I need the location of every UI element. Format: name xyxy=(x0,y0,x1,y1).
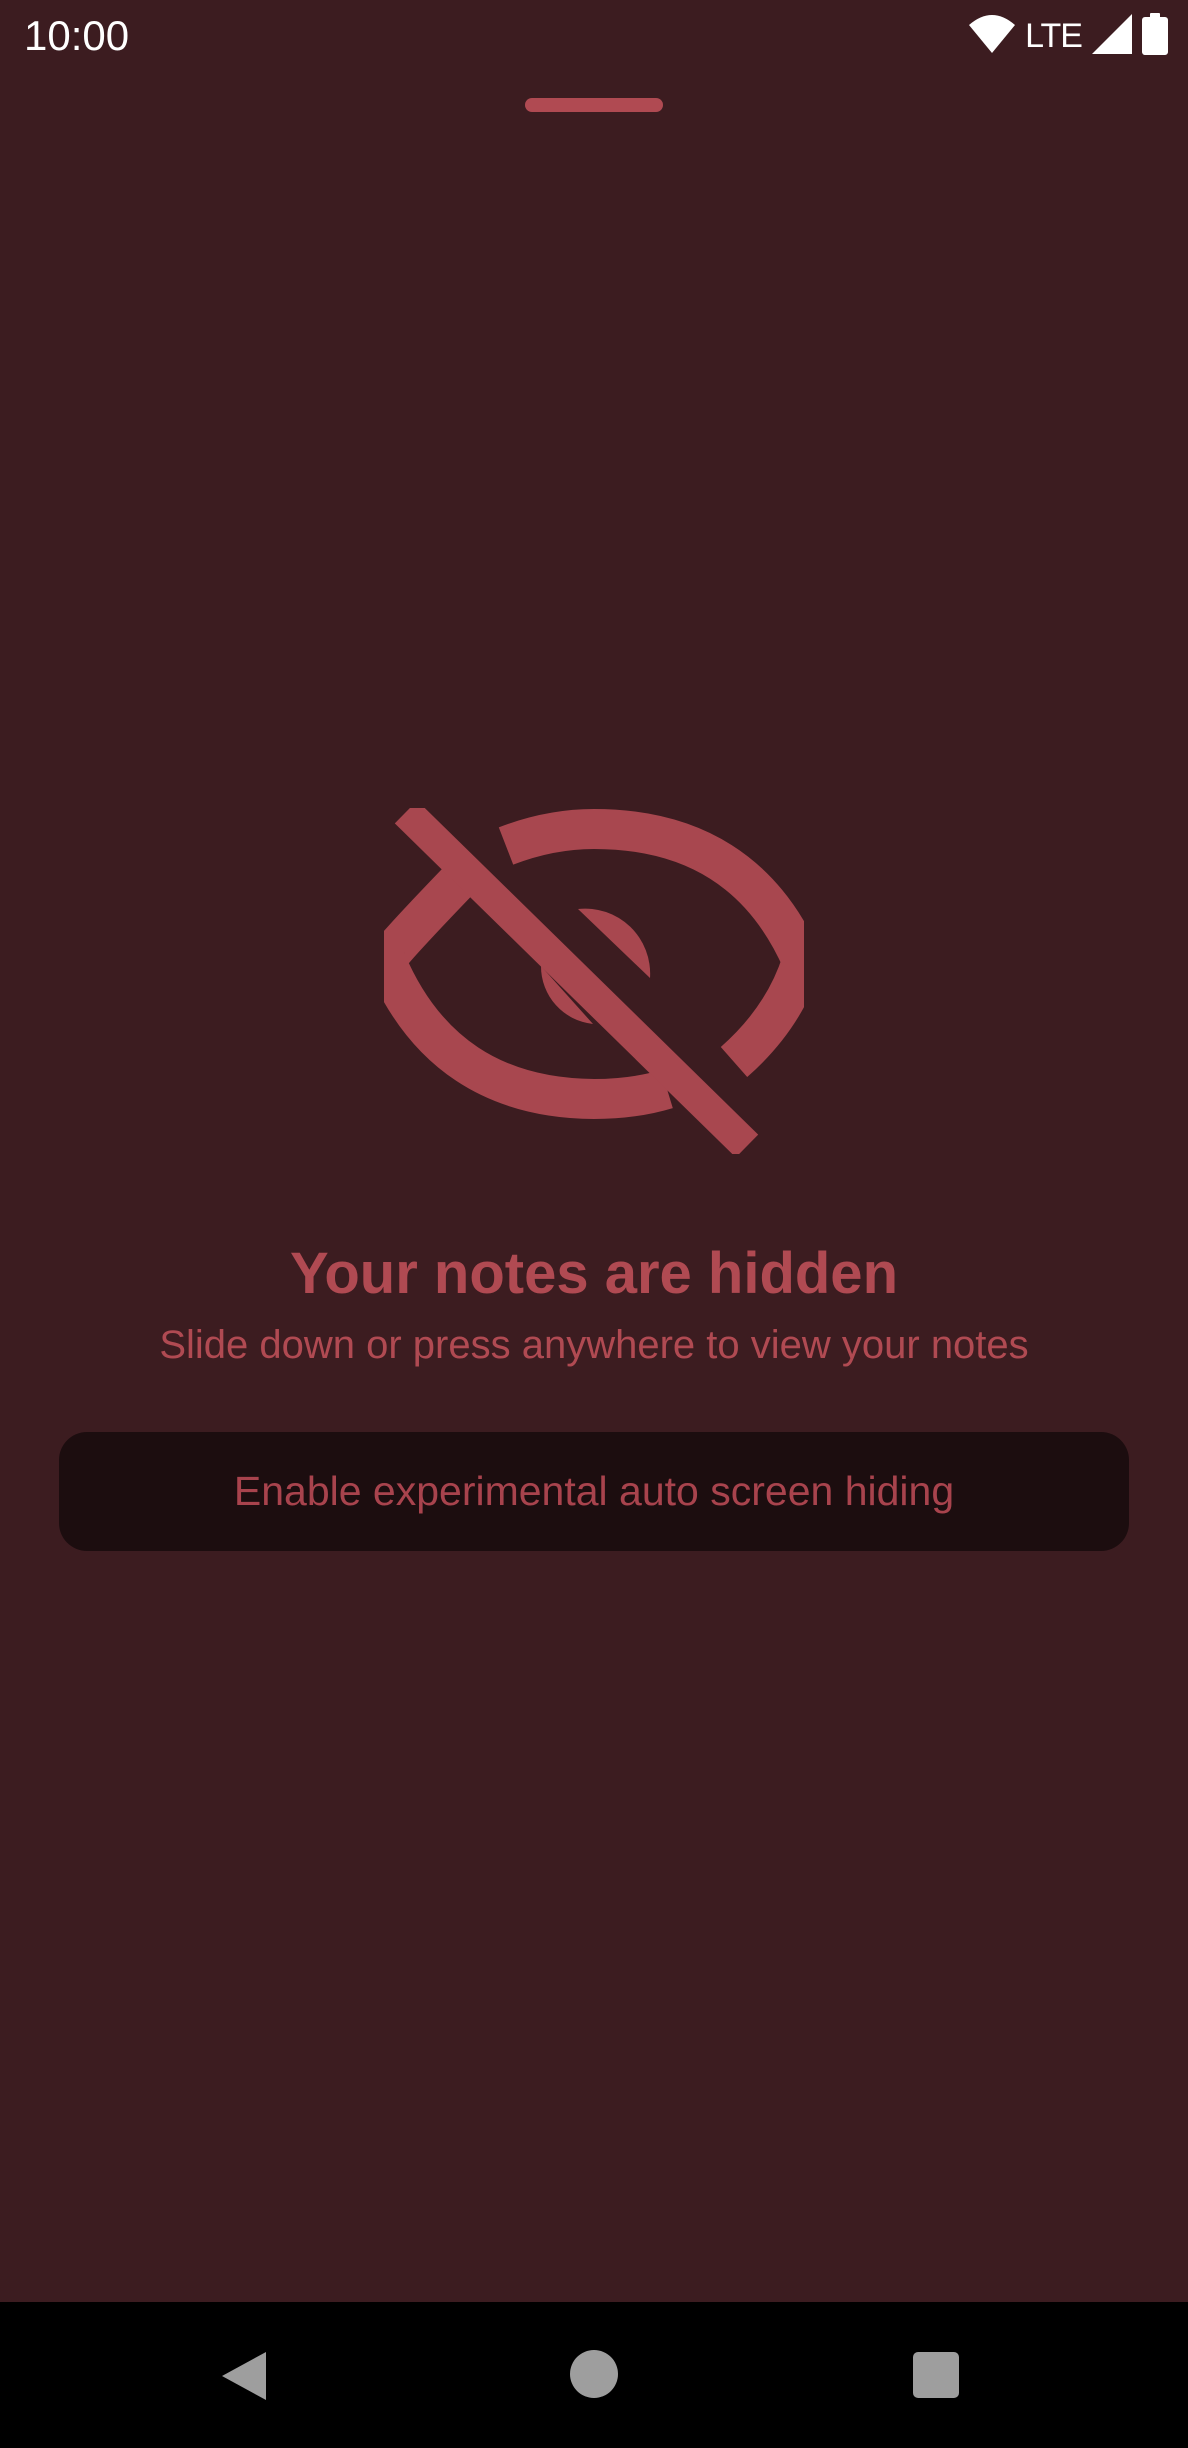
home-icon[interactable] xyxy=(570,2350,618,2398)
status-icons: LTE xyxy=(969,12,1168,60)
battery-icon xyxy=(1142,12,1168,60)
hidden-title: Your notes are hidden xyxy=(289,1241,898,1306)
hidden-subtitle: Slide down or press anywhere to view you… xyxy=(159,1323,1029,1367)
status-time: 10:00 xyxy=(24,12,130,59)
status-bar: 10:00 LTE xyxy=(0,0,1188,72)
navigation-bar xyxy=(0,2302,1188,2448)
recents-icon[interactable] xyxy=(913,2352,959,2398)
cell-signal-icon xyxy=(1092,13,1132,59)
eye-off-icon xyxy=(365,800,824,1158)
drag-handle[interactable] xyxy=(525,98,663,112)
network-type-label: LTE xyxy=(1025,17,1083,55)
back-icon[interactable] xyxy=(218,2348,274,2404)
enable-auto-hiding-button[interactable]: Enable experimental auto screen hiding xyxy=(59,1432,1129,1551)
wifi-icon xyxy=(969,14,1016,58)
